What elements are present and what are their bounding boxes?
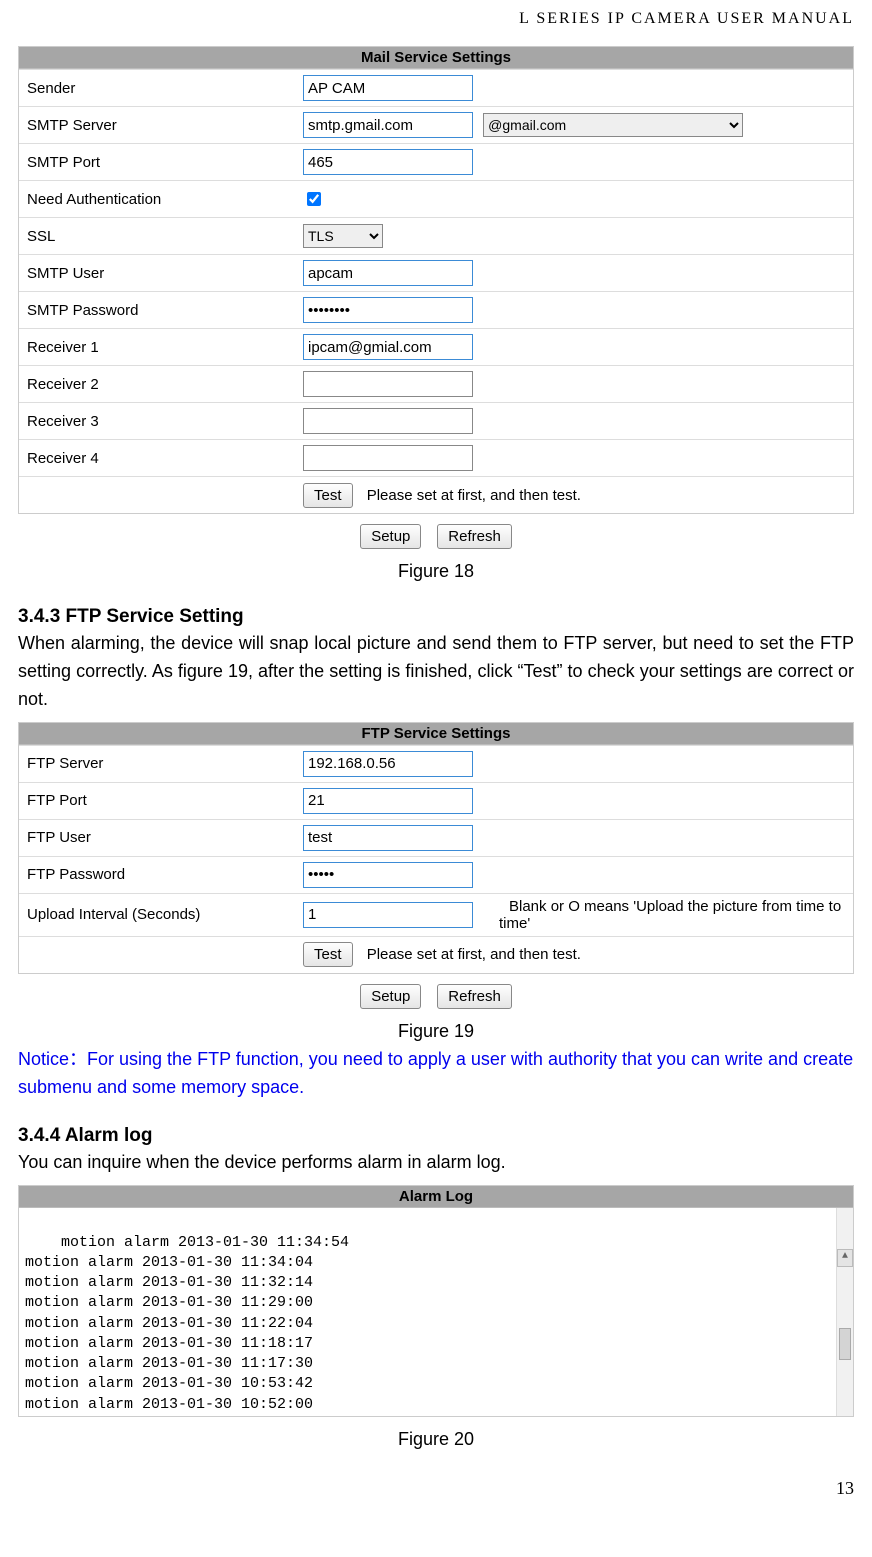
section-344-heading: 3.4.4 Alarm log bbox=[18, 1125, 854, 1147]
ssl-select[interactable]: TLS bbox=[303, 224, 383, 248]
ftp-test-button[interactable]: Test bbox=[303, 942, 353, 967]
ftp-service-panel: FTP Service Settings FTP Server FTP Port… bbox=[18, 722, 854, 974]
ftp-port-label: FTP Port bbox=[19, 782, 295, 819]
ftp-test-hint: Please set at first, and then test. bbox=[367, 946, 581, 963]
sender-input[interactable] bbox=[303, 75, 473, 101]
receiver3-input[interactable] bbox=[303, 408, 473, 434]
page-header: L SERIES IP CAMERA USER MANUAL bbox=[18, 10, 854, 28]
ftp-refresh-button[interactable]: Refresh bbox=[437, 984, 512, 1009]
ftp-panel-title: FTP Service Settings bbox=[19, 723, 853, 745]
smtp-server-label: SMTP Server bbox=[19, 107, 295, 144]
ftp-notice: Notice：For using the FTP function, you n… bbox=[18, 1046, 854, 1102]
ftp-user-label: FTP User bbox=[19, 819, 295, 856]
ftp-user-input[interactable] bbox=[303, 825, 473, 851]
smtp-port-label: SMTP Port bbox=[19, 144, 295, 181]
figure18-caption: Figure 18 bbox=[18, 561, 854, 582]
receiver4-input[interactable] bbox=[303, 445, 473, 471]
alarm-scrollbar[interactable]: ▲ bbox=[836, 1208, 853, 1416]
ftp-interval-input[interactable] bbox=[303, 902, 473, 928]
ftp-buttons-row: Setup Refresh bbox=[18, 984, 854, 1009]
ftp-server-input[interactable] bbox=[303, 751, 473, 777]
ftp-interval-label: Upload Interval (Seconds) bbox=[19, 893, 295, 936]
ftp-settings-table: FTP Server FTP Port FTP User FTP Passwor… bbox=[19, 745, 853, 973]
mail-setup-button[interactable]: Setup bbox=[360, 524, 421, 549]
section-343-heading: 3.4.3 FTP Service Setting bbox=[18, 606, 854, 628]
mail-buttons-row: Setup Refresh bbox=[18, 524, 854, 549]
receiver3-label: Receiver 3 bbox=[19, 403, 295, 440]
alarm-log-entries: motion alarm 2013-01-30 11:34:54 motion … bbox=[25, 1234, 349, 1417]
receiver2-input[interactable] bbox=[303, 371, 473, 397]
ftp-interval-hint: Blank or O means 'Upload the picture fro… bbox=[499, 898, 841, 932]
alarm-panel-title: Alarm Log bbox=[19, 1186, 853, 1208]
ftp-pass-input[interactable] bbox=[303, 862, 473, 888]
ftp-port-input[interactable] bbox=[303, 788, 473, 814]
smtp-user-label: SMTP User bbox=[19, 255, 295, 292]
need-auth-label: Need Authentication bbox=[19, 181, 295, 218]
need-auth-checkbox[interactable] bbox=[307, 192, 321, 206]
figure19-caption: Figure 19 bbox=[18, 1021, 854, 1042]
figure20-caption: Figure 20 bbox=[18, 1429, 854, 1450]
smtp-domain-select[interactable]: @gmail.com bbox=[483, 113, 743, 137]
mail-test-hint: Please set at first, and then test. bbox=[367, 487, 581, 504]
mail-settings-table: Sender SMTP Server @gmail.com SMTP Port … bbox=[19, 69, 853, 513]
alarm-log-body: motion alarm 2013-01-30 11:34:54 motion … bbox=[19, 1208, 853, 1416]
smtp-pass-input[interactable] bbox=[303, 297, 473, 323]
smtp-server-input[interactable] bbox=[303, 112, 473, 138]
smtp-user-input[interactable] bbox=[303, 260, 473, 286]
mail-panel-title: Mail Service Settings bbox=[19, 47, 853, 69]
mail-test-button[interactable]: Test bbox=[303, 483, 353, 508]
receiver2-label: Receiver 2 bbox=[19, 366, 295, 403]
receiver1-input[interactable] bbox=[303, 334, 473, 360]
page-number: 13 bbox=[18, 1478, 854, 1499]
ssl-label: SSL bbox=[19, 218, 295, 255]
ftp-server-label: FTP Server bbox=[19, 745, 295, 782]
section-344-body: You can inquire when the device performs… bbox=[18, 1149, 854, 1177]
receiver1-label: Receiver 1 bbox=[19, 329, 295, 366]
scroll-up-icon[interactable]: ▲ bbox=[837, 1249, 853, 1267]
section-343-body: When alarming, the device will snap loca… bbox=[18, 630, 854, 714]
smtp-pass-label: SMTP Password bbox=[19, 292, 295, 329]
receiver4-label: Receiver 4 bbox=[19, 440, 295, 477]
ftp-setup-button[interactable]: Setup bbox=[360, 984, 421, 1009]
smtp-port-input[interactable] bbox=[303, 149, 473, 175]
scroll-thumb[interactable] bbox=[839, 1328, 851, 1360]
sender-label: Sender bbox=[19, 70, 295, 107]
mail-refresh-button[interactable]: Refresh bbox=[437, 524, 512, 549]
ftp-pass-label: FTP Password bbox=[19, 856, 295, 893]
mail-service-panel: Mail Service Settings Sender SMTP Server… bbox=[18, 46, 854, 514]
alarm-log-panel: Alarm Log motion alarm 2013-01-30 11:34:… bbox=[18, 1185, 854, 1417]
